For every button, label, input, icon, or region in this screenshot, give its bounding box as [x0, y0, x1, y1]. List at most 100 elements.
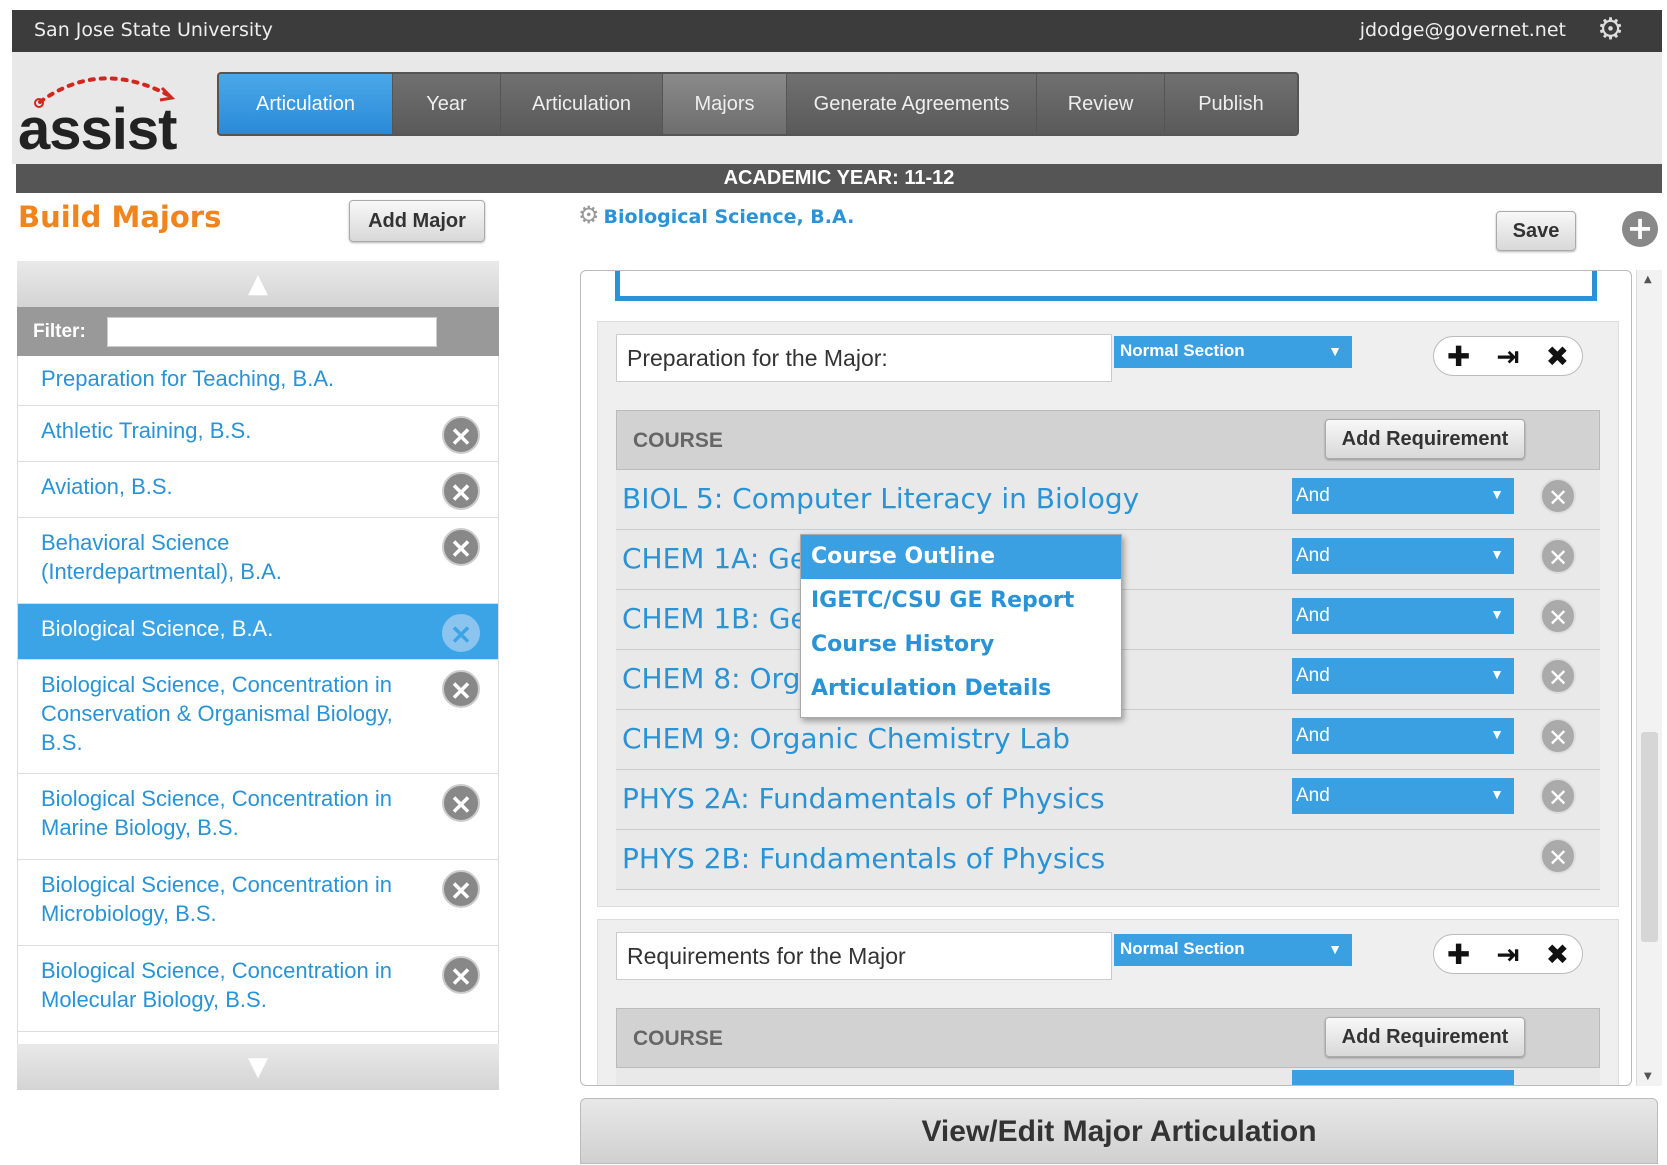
university-name: San Jose State University	[34, 19, 273, 41]
scroll-up-icon[interactable]: ▲	[1644, 274, 1652, 285]
menu-item-articulation-details[interactable]: Articulation Details	[801, 667, 1121, 711]
delete-icon[interactable]: ✖	[1546, 938, 1569, 971]
logo-text: assist	[18, 97, 177, 162]
remove-course-icon[interactable]: ✕	[1540, 718, 1576, 754]
major-label: Aviation, B.S.	[41, 474, 173, 499]
course-column-header: COURSE	[633, 1027, 723, 1050]
tab-generate-agreements[interactable]: Generate Agreements	[787, 74, 1037, 134]
build-majors-title: Build Majors	[18, 200, 222, 234]
section-type-value: Normal Section	[1120, 341, 1245, 360]
section-type-select[interactable]: Normal Section ▼	[1114, 934, 1352, 966]
connector-value: And	[1296, 725, 1330, 746]
list-item[interactable]: Biological Science, Concentration in Con…	[18, 660, 498, 774]
menu-item-ge-report[interactable]: IGETC/CSU GE Report	[801, 579, 1121, 623]
gear-icon[interactable]: ⚙	[1597, 12, 1624, 47]
chevron-down-icon: ▼	[1490, 666, 1504, 682]
connector-select[interactable]: And ▼	[1292, 658, 1514, 694]
add-icon[interactable]: ✚	[1447, 340, 1470, 373]
major-label: Preparation for Teaching, B.A.	[41, 366, 335, 391]
scroll-thumb[interactable]	[1641, 732, 1658, 942]
connector-select[interactable]: And ▼	[1292, 778, 1514, 814]
list-item[interactable]: Biological Science, Concentration in Mar…	[18, 774, 498, 860]
remove-course-icon[interactable]: ✕	[1540, 778, 1576, 814]
major-title[interactable]: ⚙ Biological Science, B.A.	[578, 201, 854, 229]
tab-year[interactable]: Year	[393, 74, 501, 134]
list-item[interactable]: Biological Science, Concentration in Mol…	[18, 946, 498, 1032]
save-button[interactable]: Save	[1496, 211, 1576, 251]
connector-select[interactable]: And ▼	[1292, 478, 1514, 514]
section-type-select[interactable]: Normal Section ▼	[1114, 336, 1352, 368]
major-label: Biological Science, Concentration in Mol…	[41, 958, 392, 1012]
list-item[interactable]: Aviation, B.S. ✕	[18, 462, 498, 518]
remove-course-icon[interactable]: ✕	[1540, 598, 1576, 634]
menu-item-course-history[interactable]: Course History	[801, 623, 1121, 667]
list-item[interactable]: Behavioral Science (Interdepartmental), …	[18, 518, 498, 604]
course-link[interactable]: CHEM 1B: Ge	[622, 602, 808, 635]
list-item[interactable]: Biological Science, Concentration in Mic…	[18, 860, 498, 946]
add-section-icon[interactable]: +	[1622, 211, 1658, 247]
course-link[interactable]: PHYS 2A: Fundamentals of Physics	[622, 782, 1105, 815]
gear-icon[interactable]: ⚙	[578, 201, 600, 229]
view-edit-articulation-button[interactable]: View/Edit Major Articulation	[580, 1098, 1658, 1164]
major-title-text: Biological Science, B.A.	[603, 206, 855, 228]
list-item[interactable]: Athletic Training, B.S. ✕	[18, 406, 498, 462]
list-scroll-down-button[interactable]: ▼	[17, 1044, 499, 1090]
course-link[interactable]: CHEM 1A: Ge	[622, 542, 807, 575]
assist-logo[interactable]: assist	[16, 68, 206, 162]
major-label: Behavioral Science (Interdepartmental), …	[41, 530, 282, 584]
remove-course-icon[interactable]: ✕	[1540, 538, 1576, 574]
remove-major-icon[interactable]: ✕	[442, 416, 480, 454]
tab-review[interactable]: Review	[1037, 74, 1165, 134]
course-column-header: COURSE	[633, 429, 723, 452]
export-icon[interactable]: ⇥	[1496, 938, 1519, 971]
connector-select[interactable]: And ▼	[1292, 598, 1514, 634]
export-icon[interactable]: ⇥	[1496, 340, 1519, 373]
remove-major-icon[interactable]: ✕	[442, 614, 480, 652]
user-email[interactable]: jdodge@governet.net	[1360, 19, 1566, 41]
remove-major-icon[interactable]: ✕	[442, 472, 480, 510]
course-link[interactable]: CHEM 8: Orga	[622, 662, 818, 695]
tab-articulation-home[interactable]: Articulation	[219, 74, 393, 134]
filter-input[interactable]	[107, 317, 437, 347]
delete-icon[interactable]: ✖	[1546, 340, 1569, 373]
list-scroll-up-button[interactable]: ▲	[17, 261, 499, 307]
connector-value: And	[1296, 545, 1330, 566]
remove-course-icon[interactable]: ✕	[1540, 478, 1576, 514]
chevron-down-icon: ▼	[1490, 786, 1504, 802]
text-field-partial[interactable]	[615, 271, 1597, 301]
scroll-down-icon[interactable]: ▼	[1644, 1071, 1652, 1082]
course-row: PHYS 2A: Fundamentals of Physics And ▼ ✕	[616, 770, 1600, 830]
connector-select[interactable]: And ▼	[1292, 538, 1514, 574]
add-requirement-button[interactable]: Add Requirement	[1325, 419, 1525, 459]
academic-year-bar: ACADEMIC YEAR: 11-12	[16, 164, 1662, 193]
remove-course-icon[interactable]: ✕	[1540, 838, 1576, 874]
tab-majors[interactable]: Majors	[663, 74, 787, 134]
course-link[interactable]: PHYS 2B: Fundamentals of Physics	[622, 842, 1105, 875]
remove-course-icon[interactable]: ✕	[1540, 658, 1576, 694]
menu-item-course-outline[interactable]: Course Outline	[801, 535, 1121, 579]
add-icon[interactable]: ✚	[1447, 938, 1470, 971]
section-name-field[interactable]: Requirements for the Major	[616, 932, 1112, 980]
course-link[interactable]: BIOL 5: Computer Literacy in Biology	[622, 482, 1139, 515]
course-row: BIOL 5: Computer Literacy in Biology And…	[616, 470, 1600, 530]
section-name-field[interactable]: Preparation for the Major:	[616, 334, 1112, 382]
add-requirement-button[interactable]: Add Requirement	[1325, 1017, 1525, 1057]
list-item[interactable]: Preparation for Teaching, B.A.	[18, 356, 498, 406]
remove-major-icon[interactable]: ✕	[442, 670, 480, 708]
remove-major-icon[interactable]: ✕	[442, 528, 480, 566]
tab-articulation[interactable]: Articulation	[501, 74, 663, 134]
content-scrollbar[interactable]: ▲ ▼	[1636, 270, 1662, 1086]
section-requirements: Requirements for the Major Normal Sectio…	[597, 919, 1619, 1085]
course-link[interactable]: CHEM 9: Organic Chemistry Lab	[622, 722, 1070, 755]
chevron-down-icon: ▼	[1328, 941, 1342, 957]
tab-publish[interactable]: Publish	[1165, 74, 1297, 134]
remove-major-icon[interactable]: ✕	[442, 870, 480, 908]
remove-major-icon[interactable]: ✕	[442, 784, 480, 822]
remove-major-icon[interactable]: ✕	[442, 956, 480, 994]
connector-select[interactable]	[1292, 1070, 1514, 1085]
chevron-down-icon: ▼	[1490, 486, 1504, 502]
connector-select[interactable]: And ▼	[1292, 718, 1514, 754]
list-item-selected[interactable]: Biological Science, B.A. ✕	[18, 604, 498, 660]
add-major-button[interactable]: Add Major	[349, 200, 485, 242]
chevron-down-icon: ▼	[1490, 546, 1504, 562]
